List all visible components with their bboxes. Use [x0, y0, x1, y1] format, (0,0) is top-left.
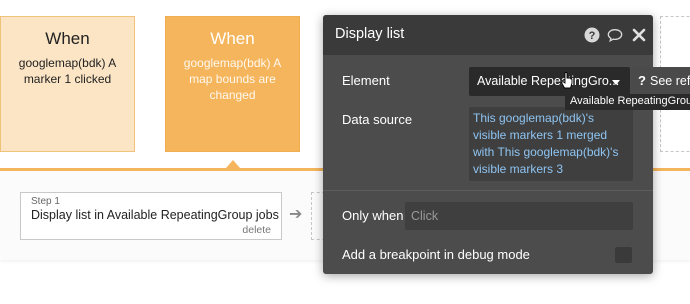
help-circle-icon[interactable]: ?	[584, 27, 600, 43]
element-label: Element	[342, 73, 390, 88]
panel-title: Display list	[335, 26, 405, 42]
event-description: googlemap(bdk) A marker 1 clicked	[18, 56, 117, 86]
chevron-down-icon	[612, 80, 620, 85]
step-number-label: Step 1	[31, 196, 60, 207]
question-mark-icon: ?	[638, 73, 646, 88]
speech-bubble-icon[interactable]	[607, 27, 623, 43]
element-dropdown[interactable]: Available RepeatingGro...	[469, 67, 630, 96]
element-dropdown-value: Available RepeatingGro...	[477, 74, 620, 88]
breakpoint-checkbox[interactable]	[615, 247, 632, 263]
event-when-label: When	[45, 29, 90, 48]
arrow-right-icon: ➔	[289, 206, 303, 223]
data-source-value[interactable]: This googlemap(bdk)'s visible markers 1 …	[473, 110, 629, 178]
panel-divider	[323, 190, 653, 191]
see-reference-label: See ref	[650, 74, 690, 88]
element-tooltip-text: Available RepeatingGroup	[570, 95, 690, 107]
data-source-label: Data source	[342, 112, 413, 127]
only-when-placeholder: Click	[411, 209, 439, 223]
svg-text:?: ?	[589, 30, 596, 42]
data-source-expression[interactable]: This googlemap(bdk)'s visible markers 1 …	[469, 107, 633, 181]
step-title: Display list in Available RepeatingGroup…	[31, 208, 279, 222]
element-tooltip: Available RepeatingGroup	[565, 94, 690, 110]
property-editor-panel: Display list ? Element Available Repeati…	[323, 15, 653, 274]
close-icon[interactable]	[631, 27, 647, 43]
mouse-pointer-icon	[560, 72, 573, 89]
event-when-label: When	[210, 29, 255, 48]
breakpoint-label: Add a breakpoint in debug mode	[342, 247, 530, 262]
selected-event-pointer	[226, 160, 240, 168]
step-1-card[interactable]: Step 1 Display list in Available Repeati…	[20, 192, 282, 240]
see-reference-button[interactable]: ? See ref	[631, 67, 690, 94]
event-card-marker-clicked[interactable]: When googlemap(bdk) A marker 1 clicked	[0, 16, 135, 152]
panel-header: Display list ?	[323, 15, 653, 55]
only-when-condition-input[interactable]: Click	[405, 202, 633, 230]
event-card-bounds-changed[interactable]: When googlemap(bdk) A map bounds are cha…	[165, 16, 300, 152]
step-delete-link[interactable]: delete	[242, 224, 271, 236]
only-when-label: Only when	[342, 208, 404, 223]
event-description: googlemap(bdk) A map bounds are changed	[183, 56, 282, 102]
